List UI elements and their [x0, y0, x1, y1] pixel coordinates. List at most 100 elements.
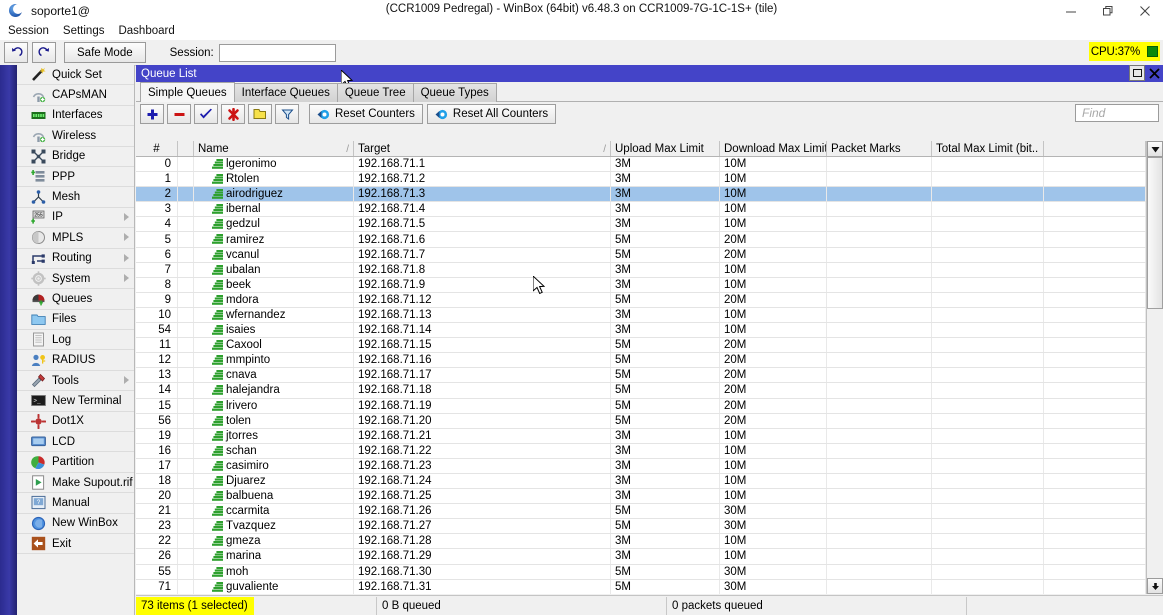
cell-target: 192.168.71.12 — [354, 293, 611, 307]
table-row[interactable]: 19jtorres192.168.71.213M10M — [136, 429, 1163, 444]
column-header-name[interactable]: Name/ — [194, 141, 354, 156]
table-row[interactable]: 17casimiro192.168.71.233M10M — [136, 459, 1163, 474]
queue-window-titlebar[interactable]: Queue List — [136, 65, 1163, 82]
table-row[interactable]: 26marina192.168.71.293M10M — [136, 549, 1163, 564]
table-row[interactable]: 55moh192.168.71.305M30M — [136, 565, 1163, 580]
column-header-total-max-limit-bit[interactable]: Total Max Limit (bit.. — [932, 141, 1044, 156]
table-row[interactable]: 12mmpinto192.168.71.165M20M — [136, 353, 1163, 368]
sidebar-item-new-terminal[interactable]: >_New Terminal — [17, 391, 134, 411]
scrollbar-thumb[interactable] — [1147, 157, 1163, 309]
tab-simple-queues[interactable]: Simple Queues — [140, 82, 235, 102]
sidebar-item-make-supout-rif[interactable]: Make Supout.rif — [17, 473, 134, 493]
table-row[interactable]: 10wfernandez192.168.71.133M10M — [136, 308, 1163, 323]
table-row[interactable]: 20balbuena192.168.71.253M10M — [136, 489, 1163, 504]
safe-mode-button[interactable]: Safe Mode — [64, 42, 146, 63]
table-row[interactable]: 23Tvazquez192.168.71.275M30M — [136, 519, 1163, 534]
reset-counters-button[interactable]: Reset Counters — [309, 104, 423, 124]
sidebar-item-queues[interactable]: Queues — [17, 289, 134, 309]
table-row[interactable]: 1Rtolen192.168.71.23M10M — [136, 172, 1163, 187]
disable-queue-button[interactable] — [221, 104, 245, 124]
session-input[interactable] — [219, 44, 336, 62]
table-row[interactable]: 22gmeza192.168.71.283M10M — [136, 534, 1163, 549]
table-row[interactable]: 18Djuarez192.168.71.243M10M — [136, 474, 1163, 489]
sidebar-item-quick-set[interactable]: Quick Set — [17, 65, 134, 85]
queue-close-icon[interactable] — [1146, 65, 1162, 81]
column-header-spacer[interactable] — [1044, 141, 1146, 156]
table-row[interactable]: 11Caxool192.168.71.155M20M — [136, 338, 1163, 353]
table-row[interactable]: 8beek192.168.71.93M10M — [136, 278, 1163, 293]
table-row[interactable]: 14halejandra192.168.71.185M20M — [136, 383, 1163, 398]
cell-download-max-limit: 10M — [720, 157, 827, 171]
filter-button[interactable] — [275, 104, 299, 124]
table-row[interactable]: 5ramirez192.168.71.65M20M — [136, 232, 1163, 247]
menu-settings[interactable]: Settings — [63, 25, 105, 37]
sidebar-item-dot1x[interactable]: Dot1X — [17, 412, 134, 432]
sidebar-item-exit[interactable]: Exit — [17, 534, 134, 554]
table-row[interactable]: 2airodriguez192.168.71.33M10M — [136, 187, 1163, 202]
cell-name-text: ramirez — [226, 234, 264, 246]
menu-session[interactable]: Session — [8, 25, 49, 37]
column-header-download-max-limit[interactable]: Download Max Limit — [720, 141, 827, 156]
sidebar-item-tools[interactable]: Tools — [17, 371, 134, 391]
sidebar-item-interfaces[interactable]: Interfaces — [17, 106, 134, 126]
redo-button[interactable] — [32, 42, 56, 63]
sidebar-item-lcd[interactable]: LCD — [17, 432, 134, 452]
reset-all-counters-button[interactable]: Reset All Counters — [427, 104, 556, 124]
sidebar-item-partition[interactable]: Partition — [17, 452, 134, 472]
table-row[interactable]: 3ibernal192.168.71.43M10M — [136, 202, 1163, 217]
column-header-upload-max-limit[interactable]: Upload Max Limit — [611, 141, 720, 156]
sidebar-item-new-winbox[interactable]: New WinBox — [17, 514, 134, 534]
tab-interface-queues[interactable]: Interface Queues — [234, 83, 338, 102]
table-row[interactable]: 54isaies192.168.71.143M10M — [136, 323, 1163, 338]
sidebar-item-ppp[interactable]: PPP — [17, 167, 134, 187]
close-icon[interactable] — [1126, 0, 1163, 22]
undo-button[interactable] — [4, 42, 28, 63]
scroll-down-button[interactable] — [1147, 578, 1163, 594]
add-queue-button[interactable] — [140, 104, 164, 124]
enable-queue-button[interactable] — [194, 104, 218, 124]
table-row[interactable]: 13cnava192.168.71.175M20M — [136, 368, 1163, 383]
sidebar-item-radius[interactable]: RADIUS — [17, 350, 134, 370]
table-row[interactable]: 16schan192.168.71.223M10M — [136, 444, 1163, 459]
table-row[interactable]: 6vcanul192.168.71.75M20M — [136, 248, 1163, 263]
table-row[interactable]: 71guvaliente192.168.71.315M30M — [136, 580, 1163, 594]
queue-restore-icon[interactable] — [1129, 65, 1145, 81]
cell-flag-gap — [178, 232, 194, 246]
sidebar-item-ip[interactable]: 255IP — [17, 208, 134, 228]
table-vertical-scrollbar[interactable] — [1146, 141, 1163, 594]
maximize-restore-icon[interactable] — [1089, 0, 1126, 22]
sidebar-item-system[interactable]: System — [17, 269, 134, 289]
sidebar-item-manual[interactable]: ?Manual — [17, 493, 134, 513]
column-header-[interactable]: # — [136, 141, 178, 156]
column-header-target[interactable]: Target/ — [354, 141, 611, 156]
sidebar-item-mpls[interactable]: MPLS — [17, 228, 134, 248]
cell-flag-gap — [178, 580, 194, 594]
table-row[interactable]: 56tolen192.168.71.205M20M — [136, 414, 1163, 429]
comment-button[interactable] — [248, 104, 272, 124]
sidebar-item-routing[interactable]: Routing — [17, 249, 134, 269]
table-row[interactable]: 9mdora192.168.71.125M20M — [136, 293, 1163, 308]
sidebar-item-mesh[interactable]: Mesh — [17, 187, 134, 207]
menu-dashboard[interactable]: Dashboard — [118, 25, 174, 37]
column-header-spacer[interactable] — [178, 141, 194, 156]
column-header-packet-marks[interactable]: Packet Marks — [827, 141, 932, 156]
find-input[interactable]: Find — [1075, 104, 1159, 122]
remove-queue-button[interactable] — [167, 104, 191, 124]
cell-name: ramirez — [194, 232, 354, 246]
cpu-usage-label: CPU:37% — [1091, 46, 1140, 58]
sidebar-item-bridge[interactable]: Bridge — [17, 147, 134, 167]
table-row[interactable]: 21ccarmita192.168.71.265M30M — [136, 504, 1163, 519]
tab-queue-types[interactable]: Queue Types — [413, 83, 497, 102]
table-row[interactable]: 4gedzul192.168.71.53M10M — [136, 217, 1163, 232]
sidebar-item-files[interactable]: Files — [17, 310, 134, 330]
mouse-cursor-table — [533, 276, 547, 296]
table-row[interactable]: 0lgeronimo192.168.71.13M10M — [136, 157, 1163, 172]
sidebar-item-wireless[interactable]: Wireless — [17, 126, 134, 146]
table-row[interactable]: 15lrivero192.168.71.195M20M — [136, 399, 1163, 414]
minimize-icon[interactable] — [1052, 0, 1089, 22]
sidebar-item-capsman[interactable]: CAPsMAN — [17, 85, 134, 105]
table-row[interactable]: 7ubalan192.168.71.83M10M — [136, 263, 1163, 278]
tab-queue-tree[interactable]: Queue Tree — [337, 83, 414, 102]
sidebar-item-log[interactable]: Log — [17, 330, 134, 350]
scroll-down-collapse-icon[interactable] — [1147, 141, 1163, 157]
